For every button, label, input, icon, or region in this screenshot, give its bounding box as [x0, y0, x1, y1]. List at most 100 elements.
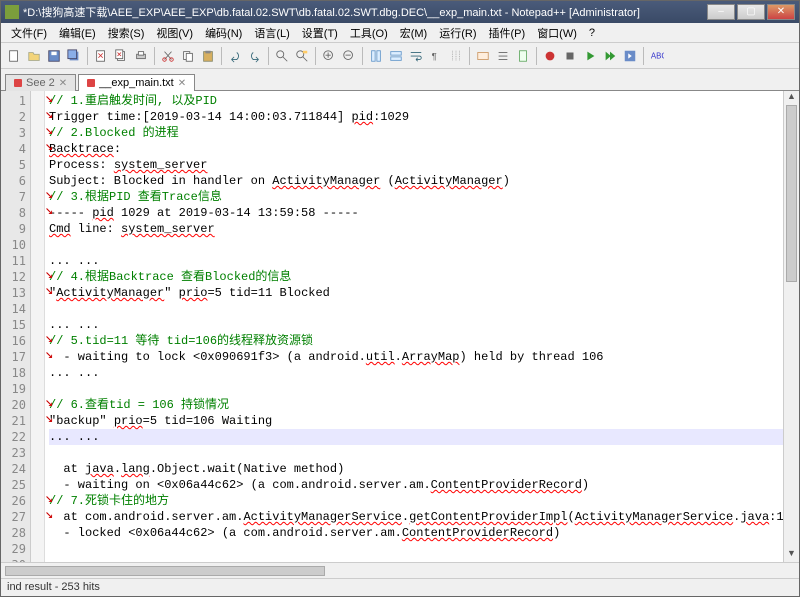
- line-number: 17: [1, 349, 26, 365]
- code-line[interactable]: [49, 237, 783, 253]
- code-line[interactable]: // 1.重启触发时间, 以及PID: [49, 93, 783, 109]
- code-line[interactable]: Backtrace:: [49, 141, 783, 157]
- code-line[interactable]: at com.android.server.am.ActivityManager…: [49, 509, 783, 525]
- menu-help[interactable]: ?: [583, 25, 601, 41]
- menu-edit[interactable]: 编辑(E): [53, 23, 102, 43]
- doc-map-icon[interactable]: [514, 47, 532, 65]
- code-line[interactable]: "backup" prio=5 tid=106 Waiting: [49, 413, 783, 429]
- code-line[interactable]: ... ...: [49, 429, 783, 445]
- code-line[interactable]: [49, 301, 783, 317]
- window-title: *D:\搜狗高速下载\AEE_EXP\AEE_EXP\db.fatal.02.S…: [23, 4, 707, 20]
- scroll-down-icon[interactable]: ▼: [784, 548, 799, 562]
- sync-h-icon[interactable]: [387, 47, 405, 65]
- close-file-icon[interactable]: [92, 47, 110, 65]
- redo-icon[interactable]: [246, 47, 264, 65]
- lang-icon[interactable]: [474, 47, 492, 65]
- wrap-icon[interactable]: [407, 47, 425, 65]
- new-file-icon[interactable]: [5, 47, 23, 65]
- play-multi-icon[interactable]: [601, 47, 619, 65]
- copy-icon[interactable]: [179, 47, 197, 65]
- menu-window[interactable]: 窗口(W): [531, 23, 583, 43]
- code-line[interactable]: ... ...: [49, 253, 783, 269]
- code-line[interactable]: Process: system_server: [49, 157, 783, 173]
- vertical-scrollbar[interactable]: ▲ ▼: [783, 91, 799, 562]
- func-list-icon[interactable]: [494, 47, 512, 65]
- close-tab-icon[interactable]: ✕: [178, 78, 186, 89]
- open-file-icon[interactable]: [25, 47, 43, 65]
- menu-view[interactable]: 视图(V): [150, 23, 199, 43]
- record-macro-icon[interactable]: [541, 47, 559, 65]
- maximize-button[interactable]: ▢: [737, 4, 765, 20]
- spellcheck-icon[interactable]: ABC: [648, 47, 666, 65]
- indent-guide-icon[interactable]: [447, 47, 465, 65]
- menu-encoding[interactable]: 编码(N): [199, 23, 248, 43]
- code-line[interactable]: ... ...: [49, 557, 783, 562]
- menu-macro[interactable]: 宏(M): [394, 23, 434, 43]
- menu-settings[interactable]: 设置(T): [296, 23, 344, 43]
- code-line[interactable]: - waiting on <0x06a44c62> (a com.android…: [49, 477, 783, 493]
- code-line[interactable]: // 4.根据Backtrace 查看Blocked的信息: [49, 269, 783, 285]
- line-number: 7: [1, 189, 26, 205]
- close-tab-icon[interactable]: ✕: [59, 78, 67, 89]
- line-number: 22: [1, 429, 26, 445]
- horizontal-scrollbar[interactable]: [1, 562, 799, 578]
- menu-file[interactable]: 文件(F): [5, 23, 53, 43]
- zoom-in-icon[interactable]: [320, 47, 338, 65]
- code-line[interactable]: at java.lang.Object.wait(Native method): [49, 461, 783, 477]
- play-macro-icon[interactable]: [581, 47, 599, 65]
- line-number: 18: [1, 365, 26, 381]
- scroll-thumb[interactable]: [786, 105, 797, 282]
- code-line[interactable]: - waiting to lock <0x090691f3> (a androi…: [49, 349, 783, 365]
- line-number: 16: [1, 333, 26, 349]
- code-line[interactable]: ----- pid 1029 at 2019-03-14 13:59:58 --…: [49, 205, 783, 221]
- sync-v-icon[interactable]: [367, 47, 385, 65]
- code-line[interactable]: Subject: Blocked in handler on ActivityM…: [49, 173, 783, 189]
- code-line[interactable]: "ActivityManager" prio=5 tid=11 Blocked: [49, 285, 783, 301]
- code-line[interactable]: [49, 445, 783, 461]
- show-all-chars-icon[interactable]: ¶: [427, 47, 445, 65]
- tab-inactive[interactable]: See 2 ✕: [5, 74, 76, 91]
- menu-plugins[interactable]: 插件(P): [483, 23, 532, 43]
- app-icon: [5, 5, 19, 19]
- code-line[interactable]: // 3.根据PID 查看Trace信息: [49, 189, 783, 205]
- close-button[interactable]: ✕: [767, 4, 795, 20]
- code-area[interactable]: // 1.重启触发时间, 以及PID↘Trigger time:[2019-03…: [45, 91, 783, 562]
- line-number: 30: [1, 557, 26, 562]
- save-all-icon[interactable]: [65, 47, 83, 65]
- menu-search[interactable]: 搜索(S): [102, 23, 151, 43]
- save-icon[interactable]: [45, 47, 63, 65]
- menu-language[interactable]: 语言(L): [248, 23, 295, 43]
- menu-run[interactable]: 运行(R): [433, 23, 482, 43]
- zoom-out-icon[interactable]: [340, 47, 358, 65]
- code-line[interactable]: Cmd line: system_server: [49, 221, 783, 237]
- close-all-icon[interactable]: [112, 47, 130, 65]
- scroll-up-icon[interactable]: ▲: [784, 91, 799, 105]
- code-line[interactable]: - locked <0x06a44c62> (a com.android.ser…: [49, 525, 783, 541]
- code-line[interactable]: Trigger time:[2019-03-14 14:00:03.711844…: [49, 109, 783, 125]
- line-number: 27: [1, 509, 26, 525]
- stop-macro-icon[interactable]: [561, 47, 579, 65]
- cut-icon[interactable]: [159, 47, 177, 65]
- tab-active[interactable]: __exp_main.txt ✕: [78, 74, 195, 91]
- code-line[interactable]: [49, 541, 783, 557]
- save-macro-icon[interactable]: [621, 47, 639, 65]
- find-icon[interactable]: [273, 47, 291, 65]
- replace-icon[interactable]: [293, 47, 311, 65]
- code-line[interactable]: [49, 381, 783, 397]
- code-line[interactable]: ... ...: [49, 317, 783, 333]
- code-line[interactable]: // 2.Blocked 的进程: [49, 125, 783, 141]
- menu-tools[interactable]: 工具(O): [344, 23, 394, 43]
- minimize-button[interactable]: –: [707, 4, 735, 20]
- code-line[interactable]: // 6.查看tid = 106 持锁情况: [49, 397, 783, 413]
- line-number: 12: [1, 269, 26, 285]
- print-icon[interactable]: [132, 47, 150, 65]
- code-line[interactable]: // 7.死锁卡住的地方: [49, 493, 783, 509]
- line-number: 6: [1, 173, 26, 189]
- undo-icon[interactable]: [226, 47, 244, 65]
- code-line[interactable]: // 5.tid=11 等待 tid=106的线程释放资源锁: [49, 333, 783, 349]
- modified-indicator-icon: [14, 79, 22, 87]
- paste-icon[interactable]: [199, 47, 217, 65]
- code-line[interactable]: ... ...: [49, 365, 783, 381]
- scroll-thumb-h[interactable]: [5, 566, 325, 576]
- line-number: 1: [1, 93, 26, 109]
